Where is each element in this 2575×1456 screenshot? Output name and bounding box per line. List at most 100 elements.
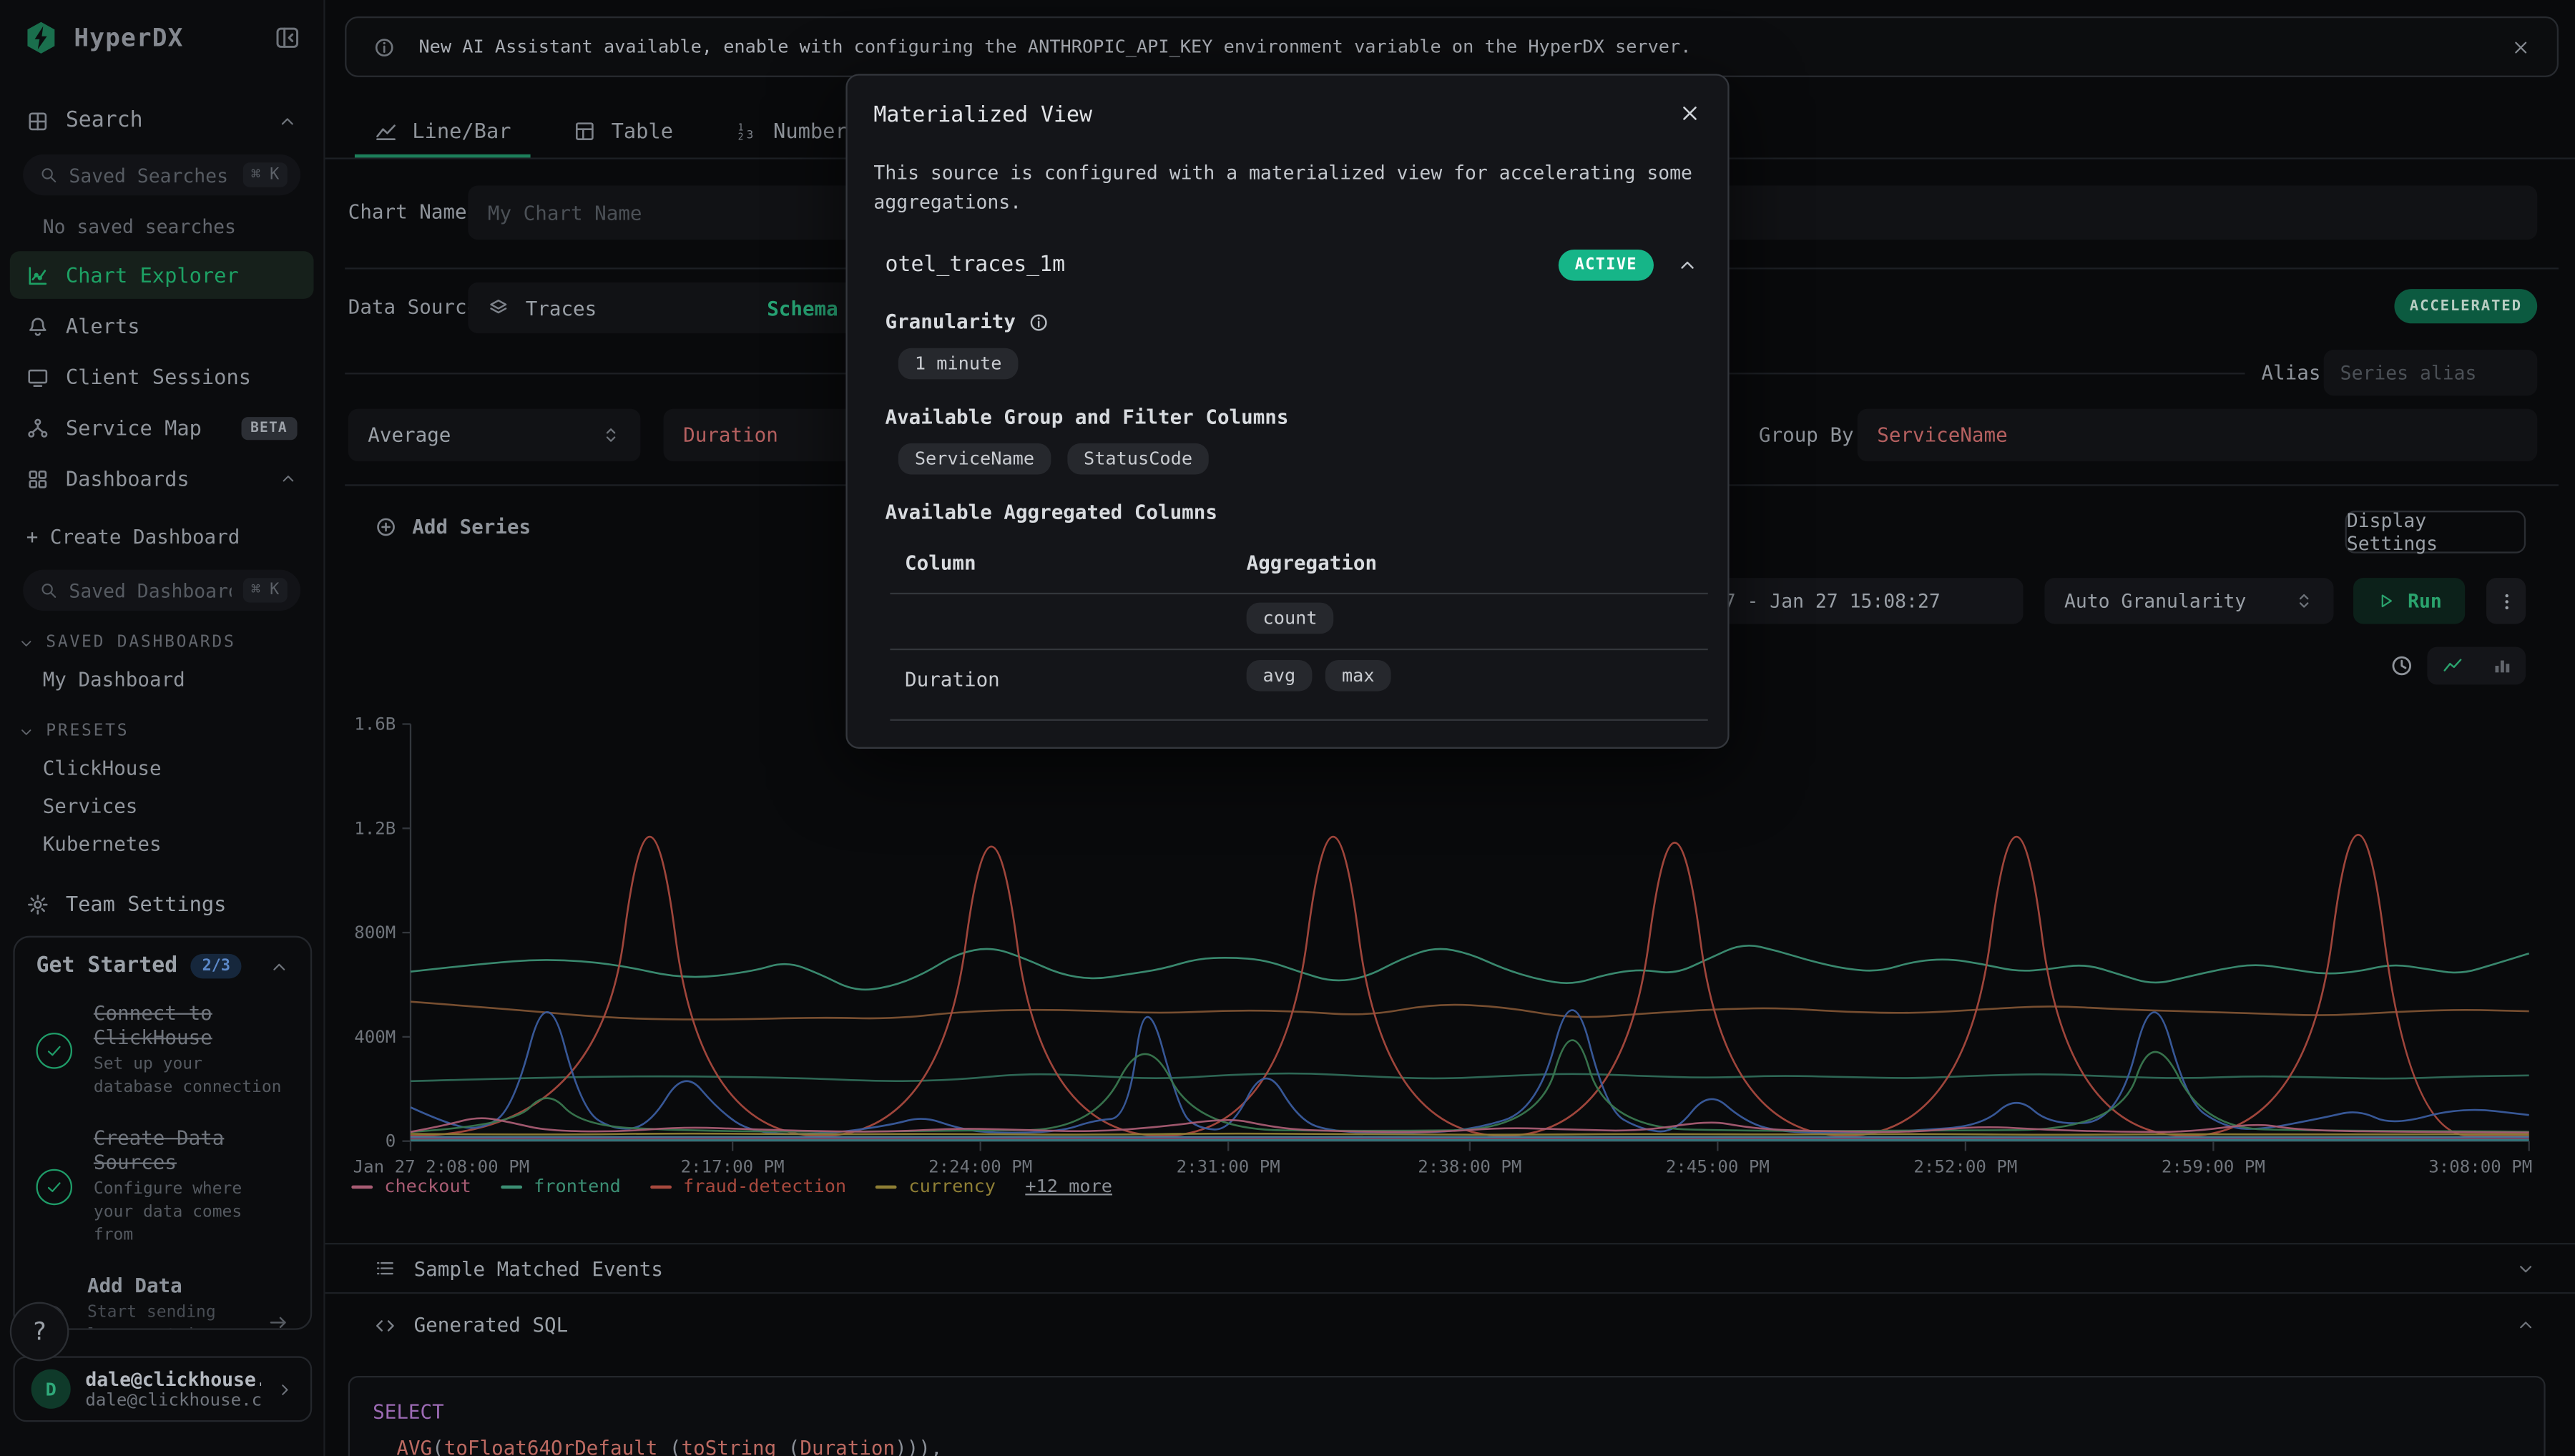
legend-item[interactable]: fraud-detection (650, 1176, 846, 1197)
sidebar-item-kubernetes[interactable]: Kubernetes (43, 826, 324, 864)
sidebar-item-team-settings[interactable]: Team Settings (0, 892, 323, 916)
tab-number[interactable]: 123Number (725, 115, 857, 156)
series-frontend (411, 945, 2529, 989)
legend-label: fraud-detection (683, 1176, 846, 1197)
saved-dashboards-input[interactable]: Saved Dashboards ⌘ K (23, 570, 300, 611)
modal-close-icon[interactable] (1678, 102, 1701, 124)
tab-table[interactable]: Table (564, 115, 683, 156)
legend-item[interactable]: frontend (501, 1176, 621, 1197)
legend-item[interactable]: currency (876, 1176, 996, 1197)
get-started-progress-badge: 2/3 (191, 954, 242, 978)
group-by-input[interactable]: ServiceName (1858, 409, 2538, 461)
plus-circle-icon (374, 516, 397, 538)
dashboard-group-items: ClickHouseServicesKubernetes (43, 750, 324, 863)
dashboard-group-label[interactable]: SAVED DASHBOARDS (43, 634, 324, 651)
dashboard-groups: SAVED DASHBOARDS My Dashboard PRESETS Click… (0, 634, 323, 863)
sidebar-item-dashboards[interactable]: Dashboards (10, 455, 314, 503)
close-icon[interactable] (2511, 37, 2531, 57)
check-circle-icon (36, 1033, 73, 1069)
svg-text:2:17:00 PM: 2:17:00 PM (681, 1156, 785, 1176)
data-source-label: Data Source (348, 295, 479, 318)
sidebar-item-service-map[interactable]: Service MapBETA (10, 404, 314, 452)
legend-more-link[interactable]: +12 more (1025, 1176, 1112, 1197)
get-started-item[interactable]: Create Data SourcesConfigure where your … (36, 1126, 290, 1248)
help-button[interactable]: ? (10, 1302, 69, 1362)
granularity-value: Auto Granularity (2064, 589, 2246, 612)
generated-sql-section[interactable]: Generated SQL (325, 1295, 2575, 1354)
chart-name-label: Chart Name (348, 200, 467, 223)
squares-icon (26, 467, 49, 490)
saved-searches-input[interactable]: Saved Searches ⌘ K (23, 154, 300, 195)
sample-matched-events-section[interactable]: Sample Matched Events (325, 1243, 2575, 1294)
run-label: Run (2408, 589, 2442, 612)
aggregation-chip: count (1247, 603, 1334, 634)
search-icon (39, 581, 57, 599)
aggregation-select[interactable]: Average (348, 409, 641, 461)
add-series-button[interactable]: Add Series (374, 516, 531, 538)
chevron-down-icon (18, 723, 34, 739)
sql-code-block: SELECT AVG(toFloat64OrDefault (toString … (348, 1376, 2546, 1456)
group-label-text: PRESETS (46, 722, 129, 740)
legend-item[interactable]: checkout (351, 1176, 471, 1197)
dashboard-group: SAVED DASHBOARDS My Dashboard (0, 634, 323, 699)
get-started-item-title: Add Data (87, 1274, 246, 1299)
sample-matched-events-label: Sample Matched Events (414, 1257, 663, 1280)
dashboard-group-label[interactable]: PRESETS (43, 722, 324, 740)
sidebar-item-chart-explorer[interactable]: Chart Explorer (10, 251, 314, 299)
user-email: dale@clickhouse.c… (85, 1391, 261, 1411)
info-icon (1029, 311, 1050, 333)
tab-line-bar[interactable]: Line/Bar (365, 115, 521, 156)
sidebar-collapse-icon[interactable] (274, 24, 300, 51)
chevron-down-icon (2516, 1259, 2536, 1279)
line-chart-toggle[interactable] (2427, 647, 2476, 685)
clock-icon[interactable] (2390, 654, 2414, 678)
svg-text:3: 3 (746, 127, 753, 141)
avatar: D (31, 1369, 71, 1409)
run-button[interactable]: Run (2353, 578, 2465, 624)
create-dashboard-button[interactable]: + Create Dashboard (0, 503, 323, 549)
generated-sql-label: Generated SQL (414, 1314, 569, 1337)
svg-text:2: 2 (737, 132, 743, 142)
line-chart-icon (2441, 655, 2463, 677)
bar-chart-toggle[interactable] (2476, 647, 2526, 685)
get-started-item[interactable]: 3Add DataStart sending logs, metrics, or… (36, 1274, 290, 1330)
get-started-item-subtitle: Set up your database connection (94, 1054, 289, 1100)
display-settings-button[interactable]: Display Settings (2345, 511, 2526, 554)
chevron-up-icon[interactable] (1677, 255, 1698, 276)
search-icon (39, 166, 57, 184)
get-started-item[interactable]: Connect to ClickHouseSet up your databas… (36, 1002, 290, 1101)
sidebar-section-search[interactable]: Search (0, 109, 323, 133)
legend-label: frontend (534, 1176, 621, 1197)
get-started-header[interactable]: Get Started 2/3 (36, 954, 290, 978)
saved-dashboards-placeholder: Saved Dashboards (69, 579, 231, 601)
more-options-button[interactable] (2486, 578, 2526, 624)
get-started-item-texts: Connect to ClickHouseSet up your databas… (94, 1002, 289, 1101)
granularity-select[interactable]: Auto Granularity (2044, 578, 2333, 624)
materialized-view-name: otel_traces_1m (885, 253, 1065, 277)
table-divider (890, 649, 1707, 650)
share-icon (26, 416, 49, 439)
sidebar-item-alerts[interactable]: Alerts (10, 302, 314, 350)
time-range-input[interactable]: 7 - Jan 27 15:08:27 (1708, 578, 2024, 624)
saved-searches-placeholder: Saved Searches (69, 163, 231, 186)
modal-title: Materialized View (873, 104, 1092, 128)
group-label-text: SAVED DASHBOARDS (46, 634, 235, 651)
svg-text:2:45:00 PM: 2:45:00 PM (1666, 1156, 1770, 1176)
svg-text:Jan 27 2:08:00 PM: Jan 27 2:08:00 PM (353, 1156, 530, 1176)
get-started-card: Get Started 2/3 Connect to ClickHouseSet… (13, 936, 312, 1330)
sidebar-item-client-sessions[interactable]: Client Sessions (10, 353, 314, 401)
alias-input[interactable]: Series alias (2324, 350, 2537, 395)
chevron-up-icon (279, 470, 297, 488)
sidebar-item-my-dashboard[interactable]: My Dashboard (43, 661, 324, 699)
sidebar-item-services[interactable]: Services (43, 788, 324, 826)
dots-vertical-icon (2496, 590, 2517, 611)
schema-link[interactable]: Schema (767, 296, 838, 319)
user-account-button[interactable]: D dale@clickhouse.… dale@clickhouse.c… (13, 1356, 312, 1422)
field-value: Duration (683, 423, 778, 446)
timeseries-chart[interactable]: 0400M800M1.2B1.6BJan 27 2:08:00 PM2:17:0… (325, 711, 2559, 1187)
sql-line: SELECT (373, 1396, 2521, 1431)
display-settings-label: Display Settings (2347, 509, 2524, 555)
sidebar-item-label: Service Map (66, 415, 202, 440)
chevron-up-icon (278, 111, 298, 131)
sidebar-item-clickhouse[interactable]: ClickHouse (43, 750, 324, 788)
